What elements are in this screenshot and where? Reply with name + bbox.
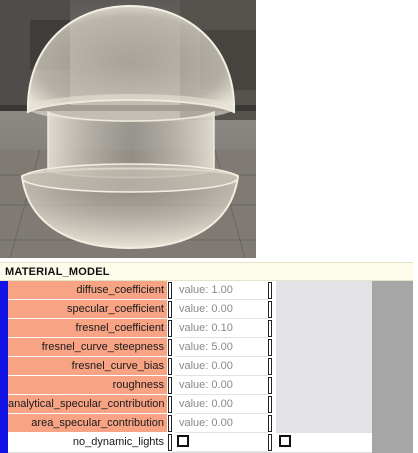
parameter-extra-cell — [276, 395, 372, 414]
parameter-name: fresnel_coefficient — [8, 319, 167, 338]
parameter-value-field[interactable]: value: 0.00 — [175, 357, 268, 376]
parameter-row-analytical-specular-contribution: analytical_specular_contribution value: … — [8, 395, 372, 414]
parameter-extra-cell — [276, 338, 372, 357]
row-handle[interactable] — [167, 300, 175, 319]
row-handle[interactable] — [167, 319, 175, 338]
parameter-row-fresnel-curve-steepness: fresnel_curve_steepness value: 5.00 — [8, 338, 372, 357]
parameter-name: analytical_specular_contribution — [8, 395, 167, 414]
parameter-value-field[interactable]: value: 0.00 — [175, 395, 268, 414]
parameter-panel: diffuse_coefficient value: 1.00 specular… — [0, 281, 413, 453]
parameter-extra-cell — [276, 300, 372, 319]
parameter-name: diffuse_coefficient — [8, 281, 167, 300]
override-checkbox[interactable] — [279, 435, 291, 447]
row-handle[interactable] — [167, 281, 175, 300]
parameter-value-field[interactable]: value: 0.00 — [175, 376, 268, 395]
row-handle[interactable] — [167, 414, 175, 433]
panel-scroll-gutter[interactable] — [372, 281, 413, 453]
row-handle[interactable] — [268, 414, 276, 433]
no-dynamic-lights-checkbox[interactable] — [177, 435, 189, 447]
parameter-row-specular-coefficient: specular_coefficient value: 0.00 — [8, 300, 372, 319]
parameter-name: no_dynamic_lights — [8, 433, 167, 452]
row-handle[interactable] — [268, 433, 276, 452]
material-model-header[interactable]: MATERIAL_MODEL — [0, 262, 413, 281]
parameter-extra-cell — [276, 319, 372, 338]
row-handle[interactable] — [268, 338, 276, 357]
panel-title: MATERIAL_MODEL — [5, 266, 110, 278]
parameter-value-field[interactable]: value: 0.10 — [175, 319, 268, 338]
parameter-name: area_specular_contribution — [8, 414, 167, 433]
parameter-extra-cell — [276, 414, 372, 433]
parameter-extra-cell — [276, 357, 372, 376]
row-handle[interactable] — [268, 395, 276, 414]
row-handle[interactable] — [167, 338, 175, 357]
material-preview — [0, 0, 256, 258]
row-handle[interactable] — [167, 433, 175, 452]
parameter-name: roughness — [8, 376, 167, 395]
row-handle[interactable] — [268, 357, 276, 376]
parameter-list: diffuse_coefficient value: 1.00 specular… — [8, 281, 372, 452]
parameter-row-area-specular-contribution: area_specular_contribution value: 0.00 — [8, 414, 372, 433]
parameter-row-fresnel-coefficient: fresnel_coefficient value: 0.10 — [8, 319, 372, 338]
parameter-row-fresnel-curve-bias: fresnel_curve_bias value: 0.00 — [8, 357, 372, 376]
parameter-extra-cell — [276, 433, 372, 452]
parameter-row-no-dynamic-lights: no_dynamic_lights — [8, 433, 372, 452]
row-handle[interactable] — [268, 376, 276, 395]
row-handle[interactable] — [167, 395, 175, 414]
parameter-name: fresnel_curve_steepness — [8, 338, 167, 357]
row-handle[interactable] — [167, 357, 175, 376]
parameter-extra-cell — [276, 281, 372, 300]
parameter-row-roughness: roughness value: 0.00 — [8, 376, 372, 395]
parameter-value-field[interactable]: value: 5.00 — [175, 338, 268, 357]
row-handle[interactable] — [167, 376, 175, 395]
parameter-name: fresnel_curve_bias — [8, 357, 167, 376]
parameter-value-field[interactable]: value: 1.00 — [175, 281, 268, 300]
selection-strip — [0, 281, 8, 453]
no-dynamic-lights-cell — [175, 433, 268, 452]
parameter-value-field[interactable]: value: 0.00 — [175, 414, 268, 433]
parameter-extra-cell — [276, 376, 372, 395]
preview-render-image — [0, 0, 256, 258]
row-handle[interactable] — [268, 319, 276, 338]
row-handle[interactable] — [268, 300, 276, 319]
parameter-name: specular_coefficient — [8, 300, 167, 319]
row-handle[interactable] — [268, 281, 276, 300]
parameter-row-diffuse-coefficient: diffuse_coefficient value: 1.00 — [8, 281, 372, 300]
parameter-value-field[interactable]: value: 0.00 — [175, 300, 268, 319]
